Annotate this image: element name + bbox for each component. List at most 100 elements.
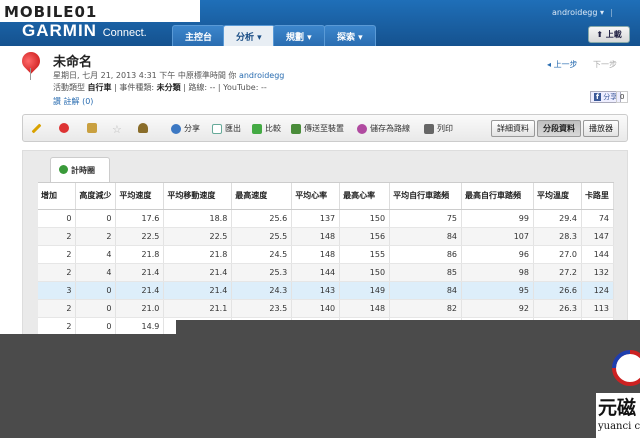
pencil-icon: [31, 123, 42, 134]
column-header[interactable]: 增加: [38, 183, 77, 210]
page: GARMIN Connect. androidegg ▾ | 主控台 分析 ▾ 規…: [0, 0, 640, 438]
table-cell: 18.8: [163, 209, 233, 228]
delete-button[interactable]: [59, 123, 72, 133]
nav-tab-plan[interactable]: 規劃 ▾: [273, 25, 325, 46]
export-button[interactable]: 匯出: [212, 123, 241, 134]
table-cell: 28.3: [533, 227, 582, 246]
event-type[interactable]: 未分類: [157, 83, 181, 92]
export-icon: [212, 123, 222, 134]
compare-button[interactable]: 比較: [252, 123, 281, 134]
delete-icon: [59, 123, 69, 133]
table-cell: 4: [75, 263, 117, 282]
table-cell: 85: [389, 263, 463, 282]
column-header[interactable]: 平均移動速度: [163, 183, 233, 210]
mobile01-watermark: MOBILE01: [0, 0, 200, 22]
table-cell: 21.1: [163, 299, 233, 318]
tab-laps[interactable]: 計時圈: [50, 157, 110, 182]
like-link[interactable]: 讚: [53, 97, 61, 106]
lock-button[interactable]: [87, 123, 100, 133]
table-row[interactable]: 2 4 21.4 21.4 25.3 144 150 85 98 27.2 132: [38, 263, 614, 282]
favorite-button[interactable]: ☆: [112, 123, 122, 136]
table-cell: 3: [38, 281, 77, 300]
nav-tab-analysis[interactable]: 分析 ▾: [223, 25, 275, 46]
table-cell: 150: [339, 263, 391, 282]
table-cell: 0: [75, 317, 117, 336]
table-cell: 132: [581, 263, 614, 282]
column-header[interactable]: 平均自行車踏頻: [389, 183, 463, 210]
badge-icon: [138, 123, 148, 133]
table-cell: 82: [389, 299, 463, 318]
compare-icon: [252, 123, 262, 134]
table-cell: 2: [38, 263, 77, 282]
star-icon: ☆: [112, 123, 122, 136]
table-cell: 14.9: [115, 317, 165, 336]
comments-link[interactable]: 註解 (0): [64, 97, 94, 106]
pin-tail: [30, 68, 31, 80]
table-cell: 2: [38, 299, 77, 318]
column-header[interactable]: 最高自行車踏頻: [461, 183, 534, 210]
table-cell: 25.5: [231, 227, 293, 246]
column-header[interactable]: 平均溫度: [533, 183, 582, 210]
garmin-logo[interactable]: GARMIN Connect.: [22, 21, 147, 41]
table-row[interactable]: 2 0 21.0 21.1 23.5 140 148 82 92 26.3 113: [38, 299, 614, 318]
share-button[interactable]: 分享: [171, 123, 200, 134]
edit-button[interactable]: [31, 123, 42, 134]
table-cell: 140: [291, 299, 341, 318]
gray-overlay: [0, 334, 640, 438]
table-cell: 21.4: [163, 263, 233, 282]
table-cell: 4: [75, 245, 117, 264]
laps-table: 增加 高度減少 平均速度 平均移動速度 最高速度 平均心率 最高心率 平均自行車踏頻 最高自行車…: [38, 183, 614, 336]
route-icon: [357, 123, 367, 134]
activity-meta: 活動類型 自行車 | 事件種類: 未分類 | 路線: -- | YouTube:…: [53, 83, 267, 92]
activity-type[interactable]: 自行車: [88, 83, 112, 92]
nav-tab-dashboard[interactable]: 主控台: [172, 25, 226, 46]
activity-toolbar: ☆ 分享 匯出 比較 傳送至裝置 儲存為路線 列印 詳細資料 分段資料 播放器: [22, 114, 628, 142]
watermark-en: yuanci c: [597, 421, 640, 432]
share-icon: [171, 123, 181, 134]
column-header[interactable]: 平均心率: [291, 183, 341, 210]
next-activity-link[interactable]: 下一步: [593, 59, 617, 70]
table-cell: 95: [461, 281, 534, 300]
upload-button[interactable]: ⬆ 上載: [588, 26, 630, 43]
view-details-button[interactable]: 詳細資料: [491, 120, 535, 137]
view-splits-button[interactable]: 分段資料: [537, 120, 581, 137]
column-header[interactable]: 平均速度: [115, 183, 165, 210]
table-cell: 148: [339, 299, 391, 318]
table-cell: 75: [389, 209, 463, 228]
table-cell: 124: [581, 281, 614, 300]
device-icon: [291, 123, 301, 134]
table-cell: 156: [339, 227, 391, 246]
table-cell: 24.3: [231, 281, 293, 300]
table-row[interactable]: 0 0 17.6 18.8 25.6 137 150 75 99 29.4 74: [38, 209, 614, 228]
nav-tab-explore[interactable]: 探索 ▾: [324, 25, 376, 46]
table-row[interactable]: 2 2 22.5 22.5 25.5 148 156 84 107 28.3 147: [38, 227, 614, 246]
table-cell: 0: [75, 299, 117, 318]
column-header[interactable]: 最高速度: [231, 183, 293, 210]
table-cell: 0: [75, 281, 117, 300]
badge-button[interactable]: [138, 123, 151, 133]
owner-link[interactable]: androidegg: [239, 71, 284, 80]
table-cell: 0: [75, 209, 117, 228]
table-cell: 148: [291, 245, 341, 264]
table-cell: 144: [291, 263, 341, 282]
table-cell: 113: [581, 299, 614, 318]
send-to-device-button[interactable]: 傳送至裝置: [291, 123, 344, 134]
column-header[interactable]: 卡路里: [581, 183, 614, 210]
column-header[interactable]: 高度減少: [75, 183, 117, 210]
table-cell: 155: [339, 245, 391, 264]
table-cell: 137: [291, 209, 341, 228]
view-player-button[interactable]: 播放器: [583, 120, 619, 137]
user-menu[interactable]: androidegg ▾ |: [552, 8, 613, 17]
table-cell: 143: [291, 281, 341, 300]
table-row[interactable]: 3 0 21.4 21.4 24.3 143 149 84 95 26.6 124: [38, 281, 614, 300]
column-header[interactable]: 最高心率: [339, 183, 391, 210]
table-cell: 25.3: [231, 263, 293, 282]
prev-activity-link[interactable]: ◂ 上一步: [547, 59, 578, 70]
activity-title[interactable]: 未命名: [53, 51, 92, 70]
table-row[interactable]: 2 4 21.8 21.8 24.5 148 155 86 96 27.0 144: [38, 245, 614, 264]
table-cell: 107: [461, 227, 534, 246]
print-button[interactable]: 列印: [424, 123, 453, 134]
table-cell: 26.6: [533, 281, 582, 300]
table-cell: 17.6: [115, 209, 165, 228]
save-as-route-button[interactable]: 儲存為路線: [357, 123, 410, 134]
